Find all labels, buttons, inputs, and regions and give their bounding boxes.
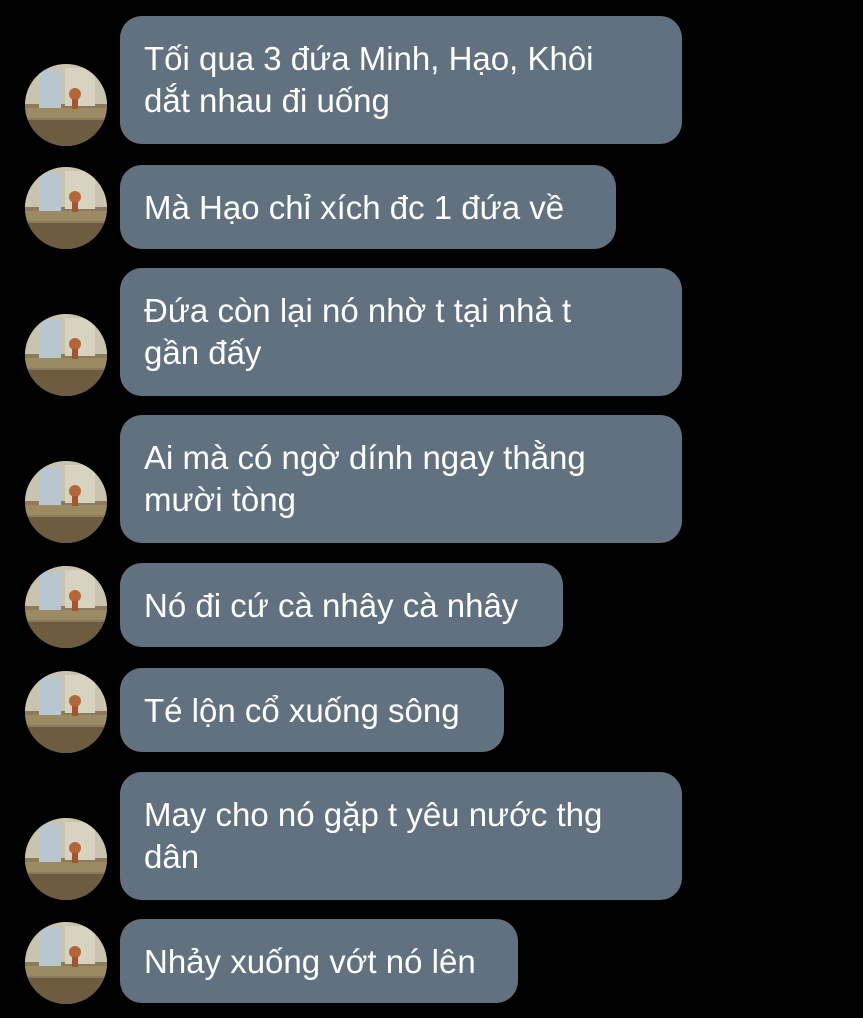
contact-avatar[interactable] [25, 64, 107, 146]
message-bubble: May cho nó gặp t yêu nước thg dân [120, 772, 682, 900]
contact-avatar[interactable] [25, 566, 107, 648]
chat-thread: Tối qua 3 đứa Minh, Hạo, Khôi dắt nhau đ… [0, 0, 863, 1018]
message-bubble: Té lộn cổ xuống sông [120, 668, 504, 752]
contact-avatar[interactable] [25, 671, 107, 753]
message-bubble: Đứa còn lại nó nhờ t tại nhà t gần đấy [120, 268, 682, 396]
contact-avatar[interactable] [25, 818, 107, 900]
message-bubble: Nó đi cứ cà nhây cà nhây [120, 563, 563, 647]
contact-avatar[interactable] [25, 461, 107, 543]
message-bubble: Tối qua 3 đứa Minh, Hạo, Khôi dắt nhau đ… [120, 16, 682, 144]
contact-avatar[interactable] [25, 314, 107, 396]
message-bubble: Ai mà có ngờ dính ngay thằng mười tòng [120, 415, 682, 543]
contact-avatar[interactable] [25, 167, 107, 249]
message-bubble: Nhảy xuống vớt nó lên [120, 919, 518, 1003]
message-bubble: Mà Hạo chỉ xích đc 1 đứa về [120, 165, 616, 249]
contact-avatar[interactable] [25, 922, 107, 1004]
